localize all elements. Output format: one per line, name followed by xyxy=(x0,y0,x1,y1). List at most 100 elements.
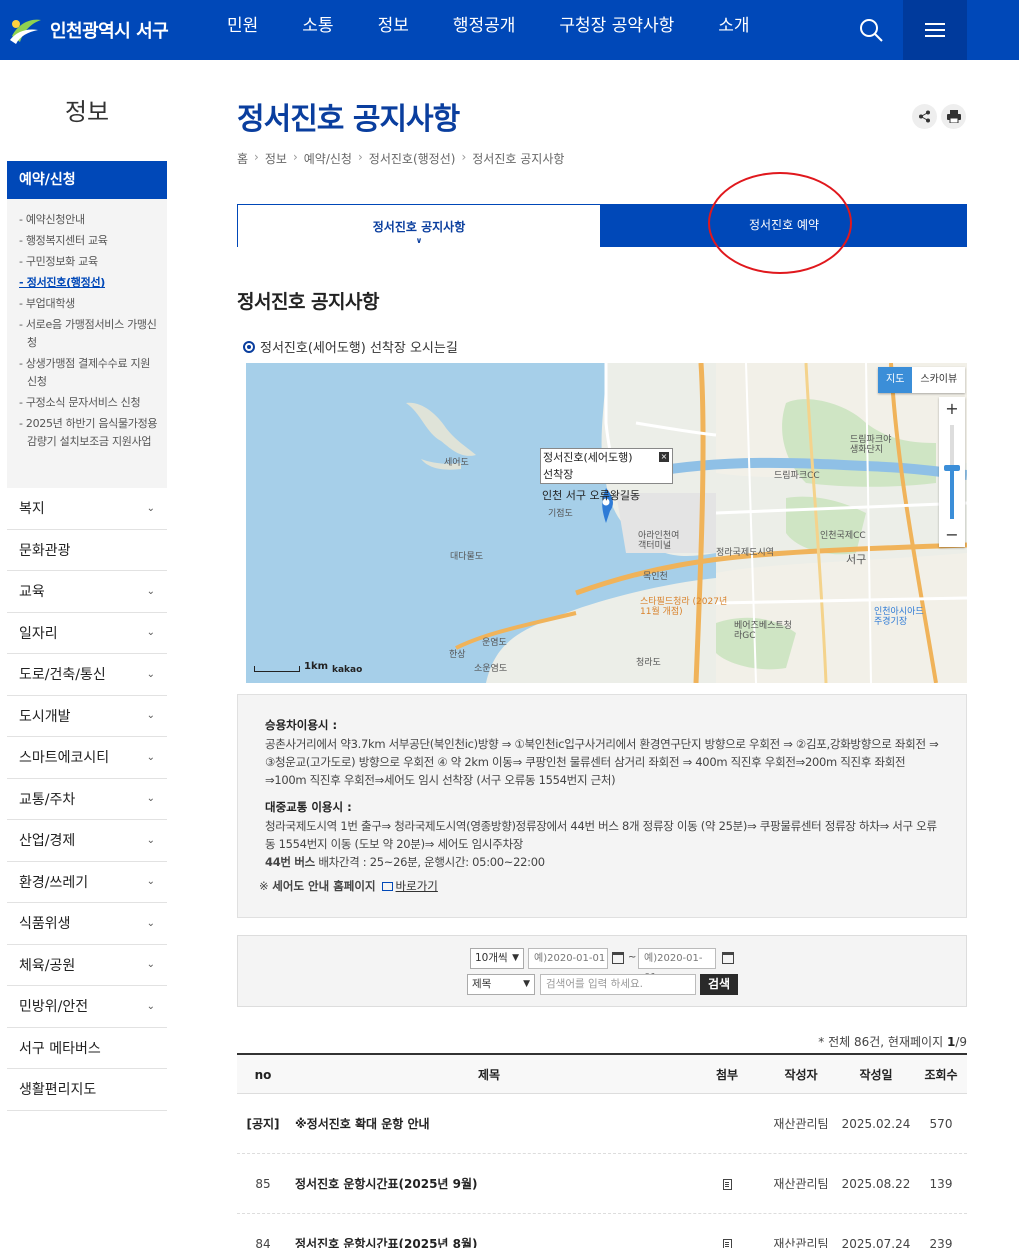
map-type-skyview-button[interactable]: 스카이뷰 xyxy=(912,367,965,393)
sidebar-menu-item[interactable]: 민방위/안전 ⌄ xyxy=(7,986,167,1028)
scale-bar xyxy=(254,666,300,672)
attachment-icon[interactable] xyxy=(722,1179,732,1190)
sidebar-subitem[interactable]: - 정서진호(행정선) xyxy=(19,274,159,292)
nav-item-civil[interactable]: 민원 xyxy=(205,0,280,60)
zoom-out-button[interactable]: − xyxy=(939,523,965,547)
cell-views: 570 xyxy=(929,1117,953,1131)
page-size-select[interactable]: 10개씩 ▼ xyxy=(470,948,524,969)
page-title: 정서진호 공지사항 xyxy=(237,102,460,137)
homepage-link[interactable]: 바로가기 xyxy=(381,878,438,894)
sidebar-menu-item[interactable]: 스마트에코시티 ⌄ xyxy=(7,737,167,779)
search-submit-button[interactable]: 검색 xyxy=(700,974,738,995)
nav-item-about[interactable]: 소개 xyxy=(696,0,771,60)
sidebar-menu-item[interactable]: 생활편리지도 xyxy=(7,1069,167,1111)
scale-label: 1km xyxy=(304,661,329,672)
map-label: 한상 xyxy=(449,650,466,660)
sidebar-active-menu[interactable]: 예약/신청 xyxy=(7,161,167,199)
close-icon[interactable]: × xyxy=(659,452,669,462)
sidebar-menu-item[interactable]: 교통/주차 ⌄ xyxy=(7,779,167,820)
cell-no: [공지] xyxy=(246,1117,280,1131)
table-row[interactable]: [공지] ※정서진호 확대 운항 안내 재산관리팀 2025.02.24 570 xyxy=(237,1094,967,1154)
sidebar-menu-item[interactable]: 도시개발 ⌄ xyxy=(7,696,167,737)
directions-info: 승용차이용시 : 공촌사거리에서 약3.7km 서부공단(북인천ic)방향 ⇒ … xyxy=(237,694,967,918)
map-type-map-button[interactable]: 지도 xyxy=(878,367,913,393)
cell-title[interactable]: 정서진호 운항시간표(2025년 9월) xyxy=(289,1154,689,1213)
sidebar-menu-item[interactable]: 산업/경제 ⌄ xyxy=(7,820,167,862)
date-to-input[interactable]: 예)2020-01-01 xyxy=(638,948,716,983)
sidebar-menu-item[interactable]: 교육 ⌄ xyxy=(7,571,167,613)
bus-heading: 대중교통 이용시 : xyxy=(265,800,352,814)
info-window-line1: 정서진호(세어도행) xyxy=(543,451,633,464)
nav-item-admin-open[interactable]: 행정공개 xyxy=(431,0,538,60)
table-row[interactable]: 84 정서진호 운항시간표(2025년 8월) 재산관리팀 2025.07.24 239 xyxy=(237,1214,967,1248)
cell-title[interactable]: 정서진호 운항시간표(2025년 8월) xyxy=(289,1214,689,1248)
zoom-in-button[interactable]: + xyxy=(939,397,965,421)
sidebar-subitem[interactable]: - 서로e음 가맹점서비스 가맹신청 xyxy=(19,316,159,352)
cell-file xyxy=(689,1154,765,1213)
sidebar-menu-item[interactable]: 체육/공원 ⌄ xyxy=(7,945,167,986)
col-file: 첨부 xyxy=(715,1068,739,1082)
homepage-link-row: ※ 세어도 안내 홈페이지 바로가기 xyxy=(259,878,946,894)
sidebar-submenu: - 예약신청안내 - 행정복지센터 교육 - 구민정보화 교육 - 정서진호(행정선)… xyxy=(7,199,167,488)
location-map[interactable]: 지도 스카이뷰 + − 정서진호(세어도행) 선착장 × 인천 서구 오류왕길동… xyxy=(246,363,967,683)
nav-item-pledges[interactable]: 구청장 공약사항 xyxy=(537,0,696,60)
breadcrumb: 홈 › 정보 › 예약/신청 › 정서진호(행정선) › 정서진호 공지사항 xyxy=(237,150,564,167)
sidebar-subitem[interactable]: - 구정소식 문자서비스 신청 xyxy=(19,394,159,412)
directions-heading-text: 정서진호(세어도행) 선착장 오시는길 xyxy=(260,341,458,356)
section-title: 정서진호 공지사항 xyxy=(237,291,379,313)
breadcrumb-item[interactable]: 정서진호 공지사항 xyxy=(472,150,564,167)
print-button[interactable] xyxy=(941,104,966,129)
sidebar-menu-item[interactable]: 환경/쓰레기 ⌄ xyxy=(7,862,167,903)
logo-text: 인천광역시 서구 xyxy=(50,21,169,42)
site-logo[interactable]: 인천광역시 서구 xyxy=(8,10,169,50)
sidebar-subitem[interactable]: - 예약신청안내 xyxy=(19,211,159,229)
chevron-right-icon: › xyxy=(254,150,259,164)
tab-notice[interactable]: 정서진호 공지사항 ∨ xyxy=(237,204,601,247)
calendar-icon[interactable] xyxy=(722,952,734,964)
breadcrumb-item[interactable]: 홈 xyxy=(237,150,248,167)
sidebar-menu-item[interactable]: 식품위생 ⌄ xyxy=(7,903,167,945)
sidebar-subitem[interactable]: - 상생가맹점 결제수수료 지원신청 xyxy=(19,355,159,391)
nav-item-info[interactable]: 정보 xyxy=(356,0,431,60)
sidebar-subitem[interactable]: - 2025년 하반기 음식물가정용 감량기 설치보조금 지원사업 xyxy=(19,415,159,451)
sidebar-menu-item[interactable]: 복지 ⌄ xyxy=(7,488,167,530)
sidebar-menu-item[interactable]: 서구 메타버스 xyxy=(7,1028,167,1069)
sidebar-menu: 복지 ⌄ 문화관광 교육 ⌄ 일자리 ⌄ 도로/건축/통신 ⌄ 도시개발 ⌄ 스마트에코시티 ⌄ 교통/주… xyxy=(7,488,167,1111)
breadcrumb-item[interactable]: 정보 xyxy=(265,150,287,167)
header-search-button[interactable] xyxy=(838,0,903,60)
search-field-select[interactable]: 제목 ▼ xyxy=(467,974,535,995)
global-nav: 민원 소통 정보 행정공개 구청장 공약사항 소개 xyxy=(205,0,772,60)
board-search: 10개씩 ▼ 예)2020-01-01 ~ 예)2020-01-01 제목 ▼ … xyxy=(237,935,967,1007)
col-title: 제목 xyxy=(477,1068,501,1082)
search-keyword-input[interactable]: 검색어를 입력 하세요. xyxy=(540,974,696,995)
map-info-window: 정서진호(세어도행) 선착장 × xyxy=(540,448,673,484)
map-label: 대다물도 xyxy=(450,552,484,562)
info-window-line2: 선착장 xyxy=(543,468,574,481)
chevron-down-icon: ⌄ xyxy=(146,627,155,639)
header-menu-button[interactable] xyxy=(903,0,967,60)
search-field-value: 제목 xyxy=(472,978,492,990)
share-button[interactable] xyxy=(912,104,937,129)
sidebar-menu-item[interactable]: 문화관광 xyxy=(7,530,167,571)
sidebar-menu-item[interactable]: 도로/건축/통신 ⌄ xyxy=(7,654,167,696)
cell-title[interactable]: ※정서진호 확대 운항 안내 xyxy=(289,1094,689,1153)
date-from-input[interactable]: 예)2020-01-01 xyxy=(528,948,608,969)
table-row[interactable]: 85 정서진호 운항시간표(2025년 9월) 재산관리팀 2025.08.22 139 xyxy=(237,1154,967,1214)
attachment-icon[interactable] xyxy=(722,1239,732,1248)
cell-file xyxy=(689,1094,765,1153)
sidebar-menu-item[interactable]: 일자리 ⌄ xyxy=(7,613,167,654)
calendar-icon[interactable] xyxy=(612,952,624,964)
cell-no: 84 xyxy=(255,1237,271,1248)
sidebar-subitem[interactable]: - 행정복지센터 교육 xyxy=(19,232,159,250)
col-date: 작성일 xyxy=(859,1068,893,1082)
zoom-slider-handle[interactable] xyxy=(944,465,960,471)
sidebar-menu-label: 체육/공원 xyxy=(19,957,76,974)
breadcrumb-item[interactable]: 정서진호(행정선) xyxy=(369,150,456,167)
sidebar-subitem[interactable]: - 구민정보화 교육 xyxy=(19,253,159,271)
nav-item-communication[interactable]: 소통 xyxy=(280,0,355,60)
map-label: 스타필드청라 (2027년 11월 개점) xyxy=(640,597,728,617)
breadcrumb-item[interactable]: 예약/신청 xyxy=(304,150,352,167)
sidebar-menu-label: 민방위/안전 xyxy=(19,999,89,1016)
sidebar-menu-label: 교통/주차 xyxy=(19,791,76,808)
sidebar-subitem[interactable]: - 부업대학생 xyxy=(19,295,159,313)
